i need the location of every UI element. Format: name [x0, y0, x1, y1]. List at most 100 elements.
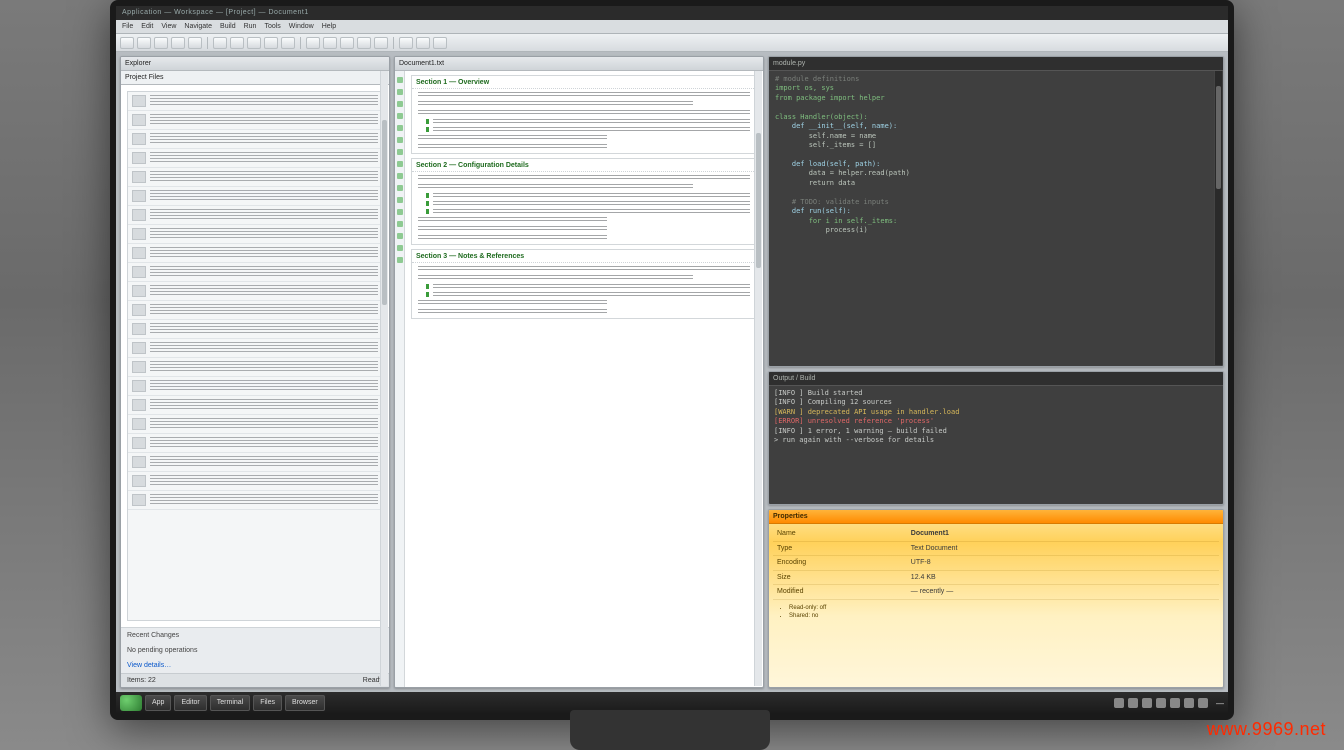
- scroll-thumb[interactable]: [1216, 86, 1221, 189]
- taskbar-task[interactable]: Editor: [174, 695, 206, 711]
- list-item[interactable]: [128, 301, 382, 320]
- list-item[interactable]: [128, 472, 382, 491]
- menu-window[interactable]: Window: [289, 20, 314, 33]
- list-item[interactable]: [128, 434, 382, 453]
- code-editor[interactable]: # module definitions import os, sys from…: [769, 71, 1223, 366]
- toolbar-button[interactable]: [357, 37, 371, 49]
- tray-icon[interactable]: [1128, 698, 1138, 708]
- list-item-label: [150, 190, 378, 200]
- explorer-footer: Recent Changes No pending operations Vie…: [121, 627, 389, 673]
- list-item[interactable]: [128, 111, 382, 130]
- toolbar-button[interactable]: [264, 37, 278, 49]
- file-icon: [132, 190, 146, 202]
- monitor-stand: [570, 710, 770, 750]
- list-item[interactable]: [128, 320, 382, 339]
- document-pane: Document1.txt Section 1 — OverviewSectio…: [394, 56, 764, 688]
- toolbar-button[interactable]: [323, 37, 337, 49]
- list-item[interactable]: [128, 491, 382, 510]
- toolbar-button[interactable]: [154, 37, 168, 49]
- toolbar-button[interactable]: [281, 37, 295, 49]
- menu-edit[interactable]: Edit: [141, 20, 153, 33]
- start-button[interactable]: [120, 695, 142, 711]
- tray-icon[interactable]: [1114, 698, 1124, 708]
- menu-tools[interactable]: Tools: [264, 20, 280, 33]
- list-item[interactable]: [128, 244, 382, 263]
- explorer-list[interactable]: [127, 91, 383, 621]
- file-icon: [132, 114, 146, 126]
- taskbar-task[interactable]: App: [145, 695, 171, 711]
- list-item[interactable]: [128, 225, 382, 244]
- gutter-mark: [397, 137, 403, 143]
- toolbar-button[interactable]: [230, 37, 244, 49]
- toolbar-button[interactable]: [188, 37, 202, 49]
- list-item[interactable]: [128, 206, 382, 225]
- explorer-pane: Explorer Project Files Recent Changes No…: [120, 56, 390, 688]
- document-section: Section 1 — Overview: [411, 75, 757, 154]
- console-tab[interactable]: Output / Build: [769, 372, 1223, 386]
- footer-link[interactable]: View details…: [127, 662, 383, 669]
- tray-icon[interactable]: [1198, 698, 1208, 708]
- list-item[interactable]: [128, 339, 382, 358]
- section-heading: Section 3 — Notes & References: [412, 250, 756, 263]
- list-item[interactable]: [128, 187, 382, 206]
- taskbar-task[interactable]: Files: [253, 695, 282, 711]
- list-item[interactable]: [128, 453, 382, 472]
- list-item[interactable]: [128, 130, 382, 149]
- tray-icon[interactable]: [1184, 698, 1194, 708]
- gutter-mark: [397, 257, 403, 263]
- toolbar-button[interactable]: [137, 37, 151, 49]
- toolbar-button[interactable]: [120, 37, 134, 49]
- explorer-scrollbar[interactable]: [380, 71, 388, 686]
- toolbar-button[interactable]: [374, 37, 388, 49]
- toolbar-button[interactable]: [247, 37, 261, 49]
- tray-icon[interactable]: [1142, 698, 1152, 708]
- toolbar-button[interactable]: [306, 37, 320, 49]
- list-item-label: [150, 95, 378, 105]
- paragraph: [418, 135, 607, 141]
- code-tab[interactable]: module.py: [769, 57, 1223, 71]
- taskbar-task[interactable]: Terminal: [210, 695, 250, 711]
- code-scrollbar[interactable]: [1214, 71, 1222, 365]
- document-scrollbar[interactable]: [754, 71, 762, 686]
- toolbar-button[interactable]: [416, 37, 430, 49]
- toolbar-button[interactable]: [340, 37, 354, 49]
- menu-help[interactable]: Help: [322, 20, 336, 33]
- console-pane: Output / Build [INFO ] Build started[INF…: [768, 371, 1224, 505]
- list-item[interactable]: [128, 377, 382, 396]
- file-icon: [132, 304, 146, 316]
- list-item[interactable]: [128, 358, 382, 377]
- gutter-mark: [397, 209, 403, 215]
- properties-tab[interactable]: Properties: [769, 510, 1223, 524]
- menu-navigate[interactable]: Navigate: [184, 20, 212, 33]
- document-tab[interactable]: Document1.txt: [395, 57, 763, 71]
- menu-file[interactable]: File: [122, 20, 133, 33]
- document-body[interactable]: Section 1 — OverviewSection 2 — Configur…: [405, 71, 763, 687]
- toolbar-button[interactable]: [213, 37, 227, 49]
- window-titlebar[interactable]: Application — Workspace — [Project] — Do…: [116, 6, 1228, 20]
- menu-build[interactable]: Build: [220, 20, 236, 33]
- menu-run[interactable]: Run: [244, 20, 257, 33]
- toolbar-button[interactable]: [433, 37, 447, 49]
- explorer-tab[interactable]: Explorer: [121, 57, 389, 71]
- scroll-thumb[interactable]: [382, 120, 387, 305]
- list-item[interactable]: [128, 415, 382, 434]
- list-item[interactable]: [128, 396, 382, 415]
- list-item[interactable]: [128, 149, 382, 168]
- console-output[interactable]: [INFO ] Build started[INFO ] Compiling 1…: [769, 386, 1223, 504]
- scroll-thumb[interactable]: [756, 133, 761, 268]
- bullet-line: [426, 193, 750, 198]
- list-item[interactable]: [128, 92, 382, 111]
- taskbar-task[interactable]: Browser: [285, 695, 325, 711]
- tray-icon[interactable]: [1170, 698, 1180, 708]
- list-item[interactable]: [128, 168, 382, 187]
- file-icon: [132, 171, 146, 183]
- file-icon: [132, 266, 146, 278]
- tray-icon[interactable]: [1156, 698, 1166, 708]
- toolbar-button[interactable]: [399, 37, 413, 49]
- menu-view[interactable]: View: [161, 20, 176, 33]
- toolbar-button[interactable]: [171, 37, 185, 49]
- file-icon: [132, 209, 146, 221]
- list-item[interactable]: [128, 263, 382, 282]
- list-item[interactable]: [128, 282, 382, 301]
- console-line: [WARN ] deprecated API usage in handler.…: [774, 408, 1218, 417]
